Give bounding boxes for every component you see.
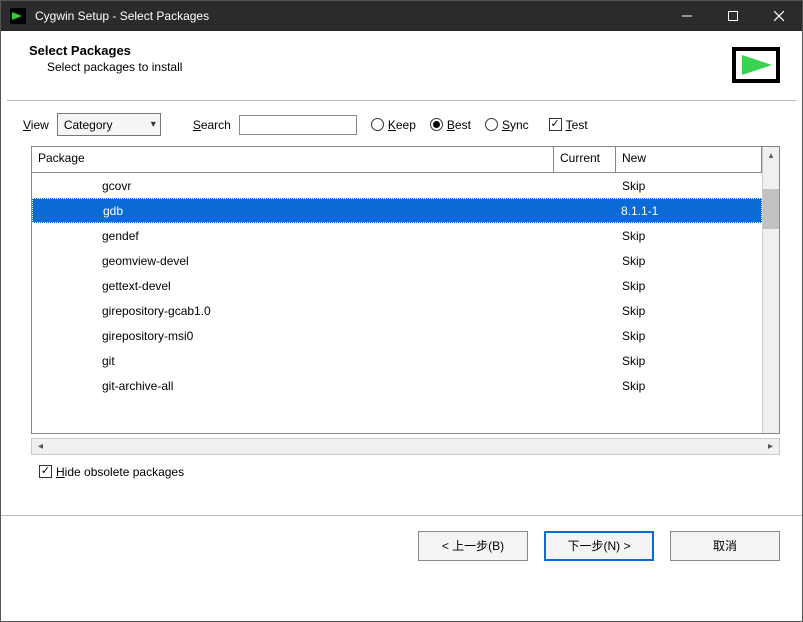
best-label: Best [447,118,471,132]
cell-package: girepository-msi0 [32,327,554,345]
table-row[interactable]: gcovr Skip [32,173,762,198]
cell-package: girepository-gcab1.0 [32,302,554,320]
cell-current [554,259,616,263]
package-table: Package Current New gcovrSkipgdb8.1.1-1g… [31,146,780,434]
table-row[interactable]: girepository-msi0 Skip [32,323,762,348]
table-header: Package Current New [32,147,762,173]
wizard-footer: < 上一步(B) 下一步(N) > 取消 [1,516,802,576]
cell-new: Skip [616,352,762,370]
scroll-thumb[interactable] [763,189,779,229]
close-button[interactable] [756,1,802,31]
test-label: Test [566,118,588,132]
table-row[interactable]: gendef Skip [32,223,762,248]
titlebar: Cygwin Setup - Select Packages [1,1,802,31]
cell-current [554,284,616,288]
cell-new: Skip [616,327,762,345]
search-label: Search [193,118,231,132]
cell-new: Skip [616,277,762,295]
table-row[interactable]: gdb 8.1.1-1 [32,198,762,223]
cell-current [554,359,616,363]
view-dropdown[interactable]: Category ▾ [57,113,161,136]
hide-obsolete-label: Hide obsolete packages [56,465,184,479]
minimize-button[interactable] [664,1,710,31]
view-label: View [23,118,49,132]
col-package[interactable]: Package [32,147,554,172]
radio-icon [430,118,443,131]
cell-package: gdb [33,202,553,220]
cell-new: Skip [616,227,762,245]
col-new[interactable]: New [616,147,762,172]
maximize-button[interactable] [710,1,756,31]
back-button[interactable]: < 上一步(B) [418,531,528,561]
search-input[interactable] [239,115,357,135]
cygwin-logo [732,43,782,88]
cell-current [554,309,616,313]
scroll-up-icon[interactable]: ▴ [763,147,779,164]
cell-new: Skip [616,252,762,270]
horizontal-scrollbar[interactable]: ◂ ▸ [31,438,780,455]
window-title: Cygwin Setup - Select Packages [35,9,664,23]
radio-icon [371,118,384,131]
scroll-right-icon[interactable]: ▸ [762,441,779,452]
scroll-left-icon[interactable]: ◂ [32,441,49,452]
chevron-down-icon: ▾ [151,119,156,130]
col-current[interactable]: Current [554,147,616,172]
sync-label: Sync [502,118,529,132]
table-row[interactable]: geomview-devel Skip [32,248,762,273]
checkbox-icon: ✓ [39,465,52,478]
window-controls [664,1,802,31]
cell-package: git-archive-all [32,377,554,395]
cell-new: Skip [616,302,762,320]
cell-package: gendef [32,227,554,245]
best-radio[interactable]: Best [430,118,471,132]
next-button[interactable]: 下一步(N) > [544,531,654,561]
cell-new: Skip [616,377,762,395]
vertical-scrollbar[interactable]: ▴ [762,147,779,433]
cell-package: geomview-devel [32,252,554,270]
cell-new: 8.1.1-1 [615,202,761,220]
table-row[interactable]: girepository-gcab1.0 Skip [32,298,762,323]
table-row[interactable]: git Skip [32,348,762,373]
page-subtitle: Select packages to install [29,60,732,74]
cell-package: gcovr [32,177,554,195]
cell-package: gettext-devel [32,277,554,295]
filter-bar: View Category ▾ Search Keep Best Sync ✓ [1,109,802,146]
cell-current [554,234,616,238]
page-heading: Select Packages Select packages to insta… [1,31,802,96]
app-icon [9,7,27,25]
sync-radio[interactable]: Sync [485,118,529,132]
keep-radio[interactable]: Keep [371,118,416,132]
cell-current [554,384,616,388]
cell-new: Skip [616,177,762,195]
app-window: Cygwin Setup - Select Packages Select Pa… [0,0,803,622]
page-title: Select Packages [29,43,732,58]
table-row[interactable]: git-archive-all Skip [32,373,762,398]
table-row[interactable]: gettext-devel Skip [32,273,762,298]
view-dropdown-value: Category [64,118,113,132]
cell-current [554,184,616,188]
radio-icon [485,118,498,131]
cell-current [554,334,616,338]
test-checkbox[interactable]: ✓ Test [549,118,588,132]
cell-current [553,209,615,213]
keep-label: Keep [388,118,416,132]
checkbox-icon: ✓ [549,118,562,131]
divider [7,100,796,101]
cancel-button[interactable]: 取消 [670,531,780,561]
content-area: Select Packages Select packages to insta… [1,31,802,621]
table-body: gcovrSkipgdb8.1.1-1gendefSkipgeomview-de… [32,173,762,433]
cell-package: git [32,352,554,370]
hide-obsolete-checkbox[interactable]: ✓ Hide obsolete packages [39,465,184,479]
